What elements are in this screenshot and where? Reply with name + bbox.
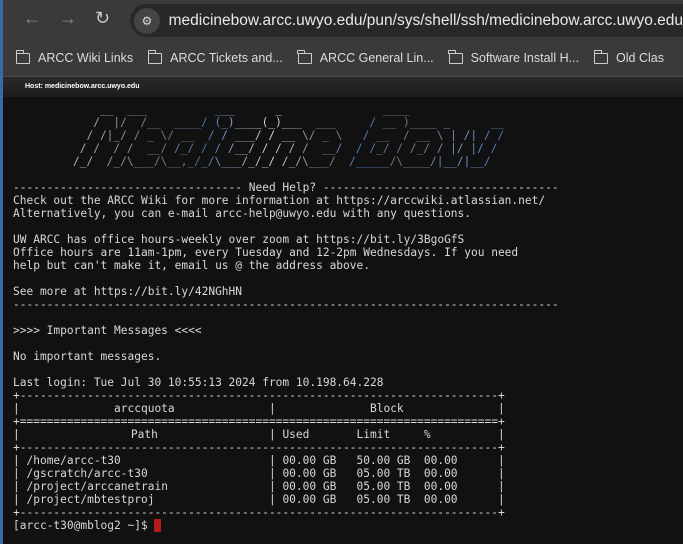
motd-line — [13, 168, 683, 181]
table-title-row: | arccquota | Block | — [13, 402, 505, 415]
forward-icon[interactable]: → — [59, 8, 77, 29]
header-limit: Limit — [356, 428, 391, 441]
motd-line: UW ARCC has office hours-weekly over zoo… — [13, 233, 465, 246]
motd-line: No important messages. — [13, 350, 162, 363]
bookmark-folder[interactable]: Software Install H... — [448, 49, 580, 65]
cell-pct: 00.00 — [423, 467, 458, 480]
bookmark-folder[interactable]: Old Clas — [593, 49, 664, 65]
motd-line: Check out the ARCC Wiki for more informa… — [13, 194, 546, 207]
motd-line: Last login: Tue Jul 30 10:55:13 2024 fro… — [13, 376, 384, 389]
motd-line — [13, 363, 683, 376]
bookmark-folder[interactable]: ARCC Wiki Links — [15, 49, 134, 65]
motd-line: ----------------------------------------… — [13, 298, 559, 311]
table-row: | /project/mbtestproj | 00.00 GB 05.00 TB 0… — [13, 493, 505, 506]
bookmark-folder[interactable]: ARCC General Lin... — [297, 49, 434, 65]
terminal[interactable]: __ ___ ___ _ ____ / |/ /__ ____/ (_)____… — [3, 97, 683, 532]
banner-art-line: / / / / __/ /_/ / / /__/ / / / / __/ / /… — [73, 142, 513, 155]
bookmarks-bar: ARCC Wiki Links ARCC Tickets and... ARCC G… — [3, 40, 683, 77]
table-row: | /project/arccanetrain | 00.00 GB 05.00 T… — [13, 480, 505, 493]
banner-art-line: / /|_/ / _ \/ __ / / ___/ / __ \/ _ \ / … — [73, 129, 513, 142]
terminal-cursor — [154, 519, 162, 532]
cell-path: /gscratch/arcc-t30 — [26, 467, 148, 480]
banner-art-line: __ ___ ___ _ ____ — [73, 103, 513, 116]
motd-line: See more at https://bit.ly/42NGhHN — [13, 285, 243, 298]
motd-line: Alternatively, you can e-mail arcc-help@… — [13, 207, 472, 220]
header-used: Used — [282, 428, 310, 441]
motd-line: help but can't make it, email us @ the a… — [13, 259, 370, 272]
table-title: arccquota — [114, 402, 175, 415]
motd: ---------------------------------- Need … — [13, 168, 683, 389]
cell-used: 00.00 GB — [282, 467, 337, 480]
folder-icon — [448, 49, 463, 64]
motd-line — [13, 272, 683, 285]
cell-path: /project/mbtestproj — [26, 493, 155, 506]
table-border: +---------------------------------------… — [13, 506, 505, 519]
quota-table: +---------------------------------------… — [13, 389, 683, 519]
bookmark-label: ARCC Tickets and... — [170, 51, 283, 65]
cell-path: /home/arcc-t30 — [26, 454, 121, 467]
address-bar[interactable]: ⚙ medicinebow.arcc.uwyo.edu/pun/sys/shell… — [130, 4, 683, 37]
header-path: Path — [130, 428, 158, 441]
table-border: +---------------------------------------… — [13, 389, 505, 402]
host-label: Host: medicinebow.arcc.uwyo.edu — [3, 77, 683, 97]
bookmark-label: Software Install H... — [470, 51, 580, 65]
cell-path: /project/arccanetrain — [26, 480, 168, 493]
cell-used: 00.00 GB — [282, 454, 337, 467]
shell-prompt: [arcc-t30@mblog2 ~]$ — [13, 519, 155, 532]
table-border: +---------------------------------------… — [13, 441, 505, 454]
prompt-line[interactable]: [arcc-t30@mblog2 ~]$ — [13, 519, 683, 532]
motd-line: ---------------------------------- Need … — [13, 181, 559, 194]
cell-limit: 50.00 GB — [356, 454, 411, 467]
banner-art-line: /_/ /_/\___/\__,_/_/\___/_/_/ /_/\___/ /… — [73, 155, 513, 168]
motd-line: Office hours are 11am-1pm, every Tuesday… — [13, 246, 519, 259]
bookmark-label: ARCC General Lin... — [319, 51, 434, 65]
motd-line: >>>> Important Messages <<<< — [13, 324, 202, 337]
cell-limit: 05.00 TB — [356, 480, 411, 493]
folder-icon — [15, 49, 30, 64]
bookmark-label: Old Clas — [616, 51, 664, 65]
banner-art-line: / |/ /__ ____/ (_)____(_)___ ___ / __ )_… — [73, 116, 513, 129]
url-text[interactable]: medicinebow.arcc.uwyo.edu/pun/sys/shell/… — [169, 12, 683, 30]
back-icon[interactable]: ← — [23, 8, 41, 29]
cell-used: 00.00 GB — [282, 493, 337, 506]
cell-used: 00.00 GB — [282, 480, 337, 493]
motd-line — [13, 220, 683, 233]
table-header-row: | Path | Used Limit% | — [13, 428, 505, 441]
bookmark-folder[interactable]: ARCC Tickets and... — [147, 49, 283, 65]
motd-line — [13, 311, 683, 324]
motd-line — [13, 337, 683, 350]
table-row: | /gscratch/arcc-t30 | 00.00 GB 05.00 TB 00… — [13, 467, 505, 480]
cell-pct: 00.00 — [423, 480, 458, 493]
table-border: +=======================================… — [13, 415, 505, 428]
cell-pct: 00.00 — [423, 454, 458, 467]
folder-icon — [297, 49, 312, 64]
table-group: Block — [369, 402, 404, 415]
folder-icon — [147, 49, 163, 64]
cell-limit: 05.00 TB — [356, 467, 411, 480]
site-settings-icon[interactable]: ⚙ — [134, 7, 160, 34]
header-pct: % — [423, 428, 431, 441]
reload-icon[interactable]: ↻ — [95, 8, 110, 29]
folder-icon — [593, 49, 609, 64]
bookmark-label: ARCC Wiki Links — [38, 51, 134, 65]
table-row: | /home/arcc-t30 | 00.00 GB 50.00 GB 00.00 | — [13, 454, 505, 467]
cell-limit: 05.00 TB — [356, 493, 411, 506]
browser-toolbar: ← → ↻ ⚙ medicinebow.arcc.uwyo.edu/pun/sys/sh… — [3, 0, 683, 40]
cell-pct: 00.00 — [423, 493, 458, 506]
